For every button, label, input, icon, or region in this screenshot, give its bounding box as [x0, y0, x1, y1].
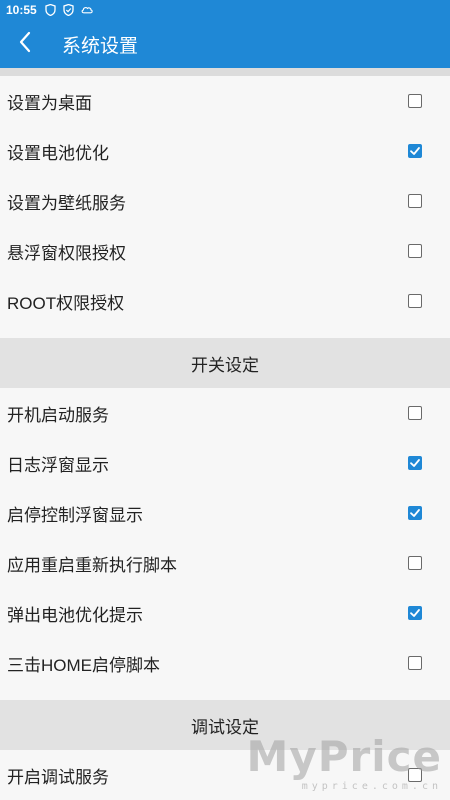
status-bar: 10:55 [0, 0, 450, 20]
checkbox-checked[interactable] [408, 506, 422, 520]
checkbox-unchecked[interactable] [408, 194, 422, 208]
checkbox-checked[interactable] [408, 456, 422, 470]
shield-check-icon [63, 4, 75, 16]
section-header-switch: 开关设定 [0, 338, 450, 388]
spacer [0, 688, 450, 700]
setting-label: 启停控制浮窗显示 [7, 505, 143, 525]
setting-row[interactable]: 日志浮窗显示 [0, 438, 450, 488]
setting-label: 应用重启重新执行脚本 [7, 555, 177, 575]
header-divider [0, 68, 450, 76]
setting-label: 设置为壁纸服务 [7, 193, 126, 213]
checkbox-unchecked[interactable] [408, 656, 422, 670]
setting-label: 开启调试服务 [7, 767, 109, 787]
setting-label: 三击HOME启停脚本 [7, 655, 160, 675]
switch-settings-group: 开机启动服务 日志浮窗显示启停控制浮窗显示应用重启重新执行脚本 弹出电池优化提示 三击… [0, 388, 450, 688]
check-icon [410, 509, 420, 517]
system-settings-group: 设置为桌面设置电池优化 设置为壁纸服务 悬浮窗权限授权 ROOT权限授权 [0, 76, 450, 326]
setting-row[interactable]: 弹出电池优化提示 [0, 588, 450, 638]
shield-icon [45, 4, 57, 16]
setting-label: 悬浮窗权限授权 [7, 243, 126, 263]
back-button[interactable] [0, 20, 50, 68]
setting-row[interactable]: 开启调试服务 [0, 750, 450, 800]
debug-settings-group: 开启调试服务 [0, 750, 450, 800]
setting-label: 开机启动服务 [7, 405, 109, 425]
section-header-debug: 调试设定 [0, 700, 450, 750]
setting-row[interactable]: 设置为壁纸服务 [0, 176, 450, 226]
setting-label: 设置为桌面 [7, 93, 92, 113]
checkbox-checked[interactable] [408, 606, 422, 620]
setting-label: ROOT权限授权 [7, 293, 125, 313]
check-icon [410, 609, 420, 617]
checkbox-unchecked[interactable] [408, 768, 422, 782]
setting-label: 设置电池优化 [7, 143, 109, 163]
check-icon [410, 459, 420, 467]
settings-list: 设置为桌面设置电池优化 设置为壁纸服务 悬浮窗权限授权 ROOT权限授权 开关设定 开… [0, 76, 450, 800]
checkbox-unchecked[interactable] [408, 94, 422, 108]
setting-row[interactable]: 设置电池优化 [0, 126, 450, 176]
setting-row[interactable]: ROOT权限授权 [0, 276, 450, 326]
setting-row[interactable]: 三击HOME启停脚本 [0, 638, 450, 688]
checkbox-unchecked[interactable] [408, 556, 422, 570]
status-time: 10:55 [6, 3, 37, 17]
checkbox-unchecked[interactable] [408, 244, 422, 258]
chevron-left-icon [18, 31, 32, 57]
setting-label: 弹出电池优化提示 [7, 605, 143, 625]
setting-row[interactable]: 设置为桌面 [0, 76, 450, 126]
setting-row[interactable]: 开机启动服务 [0, 388, 450, 438]
setting-row[interactable]: 应用重启重新执行脚本 [0, 538, 450, 588]
check-icon [410, 147, 420, 155]
checkbox-checked[interactable] [408, 144, 422, 158]
spacer [0, 326, 450, 338]
setting-row[interactable]: 悬浮窗权限授权 [0, 226, 450, 276]
checkbox-unchecked[interactable] [408, 406, 422, 420]
checkbox-unchecked[interactable] [408, 294, 422, 308]
app-bar: 系统设置 [0, 20, 450, 68]
page-title: 系统设置 [62, 34, 139, 57]
cloud-icon [81, 4, 93, 16]
setting-row[interactable]: 启停控制浮窗显示 [0, 488, 450, 538]
setting-label: 日志浮窗显示 [7, 455, 109, 475]
